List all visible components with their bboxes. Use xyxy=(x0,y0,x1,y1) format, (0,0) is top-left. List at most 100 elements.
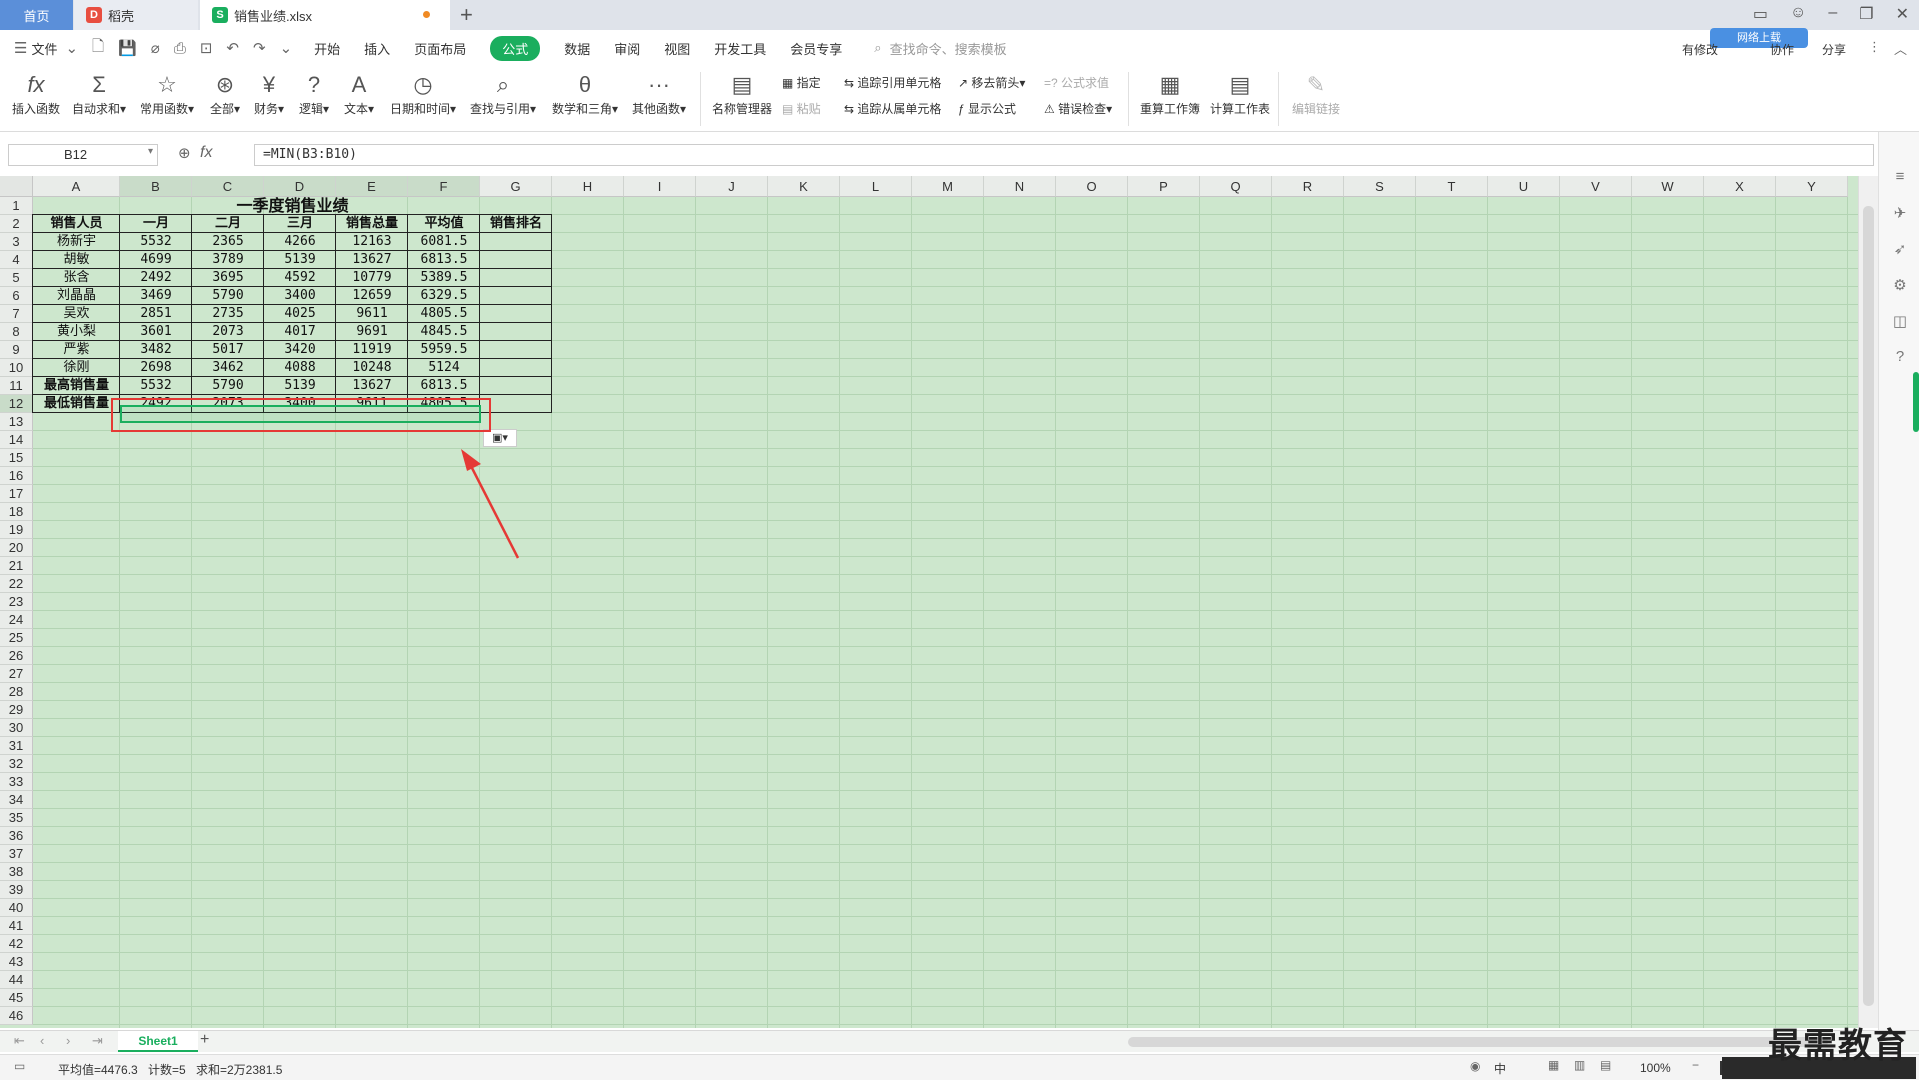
customize-icon[interactable]: ⌄ xyxy=(280,39,293,57)
name-manager-button[interactable]: ▤ 名称管理器 xyxy=(712,70,772,117)
row-header-32[interactable]: 32 xyxy=(0,755,33,773)
lookup-button[interactable]: ⌕ 查找与引用▾ xyxy=(470,70,536,117)
row-header-5[interactable]: 5 xyxy=(0,269,33,287)
command-search[interactable]: 查找命令、搜索模板 xyxy=(890,39,1007,58)
row-header-46[interactable]: 46 xyxy=(0,1007,33,1025)
print-preview-icon[interactable]: ⊡ xyxy=(200,39,213,57)
menu-developer[interactable]: 开发工具 xyxy=(714,39,766,58)
horizontal-scrollbar[interactable] xyxy=(1128,1037,1828,1047)
cell-b9[interactable]: 3482 xyxy=(120,341,192,359)
collab-label[interactable]: 协作 xyxy=(1770,41,1794,58)
column-header-p[interactable]: P xyxy=(1128,176,1200,197)
sliders-icon[interactable]: ⚙ xyxy=(1891,276,1909,294)
math-button[interactable]: θ 数学和三角▾ xyxy=(552,70,618,117)
cell-b4[interactable]: 4699 xyxy=(120,251,192,269)
cell-d2[interactable]: 三月 xyxy=(264,215,336,233)
cell-g8[interactable] xyxy=(480,323,552,341)
panel-handle[interactable] xyxy=(1913,372,1919,432)
cell-d5[interactable]: 4592 xyxy=(264,269,336,287)
column-header-o[interactable]: O xyxy=(1056,176,1128,197)
cell-f3[interactable]: 6081.5 xyxy=(408,233,480,251)
cell-c7[interactable]: 2735 xyxy=(192,305,264,323)
cell-g9[interactable] xyxy=(480,341,552,359)
column-header-x[interactable]: X xyxy=(1704,176,1776,197)
column-header-n[interactable]: N xyxy=(984,176,1056,197)
insert-function-button[interactable]: fx 插入函数 xyxy=(12,70,60,117)
tab-home[interactable]: 首页 xyxy=(0,0,73,30)
row-header-1[interactable]: 1 xyxy=(0,197,33,215)
text-functions-button[interactable]: A 文本▾ xyxy=(344,70,374,117)
cell-b2[interactable]: 一月 xyxy=(120,215,192,233)
cell-g7[interactable] xyxy=(480,305,552,323)
row-header-36[interactable]: 36 xyxy=(0,827,33,845)
select-all-corner[interactable] xyxy=(0,176,33,197)
cell-a12[interactable]: 最低销售量 xyxy=(33,395,120,413)
more-icon[interactable]: ⋮ xyxy=(1868,39,1881,55)
row-header-27[interactable]: 27 xyxy=(0,665,33,683)
cell-a6[interactable]: 刘晶晶 xyxy=(33,287,120,305)
column-header-q[interactable]: Q xyxy=(1200,176,1272,197)
row-header-24[interactable]: 24 xyxy=(0,611,33,629)
row-header-25[interactable]: 25 xyxy=(0,629,33,647)
tab-workbook[interactable]: S 销售业绩.xlsx xyxy=(200,0,450,30)
scroll-thumb[interactable] xyxy=(1863,206,1874,1006)
cell-f6[interactable]: 6329.5 xyxy=(408,287,480,305)
cell-g10[interactable] xyxy=(480,359,552,377)
prev-sheet-icon[interactable]: ‹ xyxy=(40,1033,44,1048)
cell-d4[interactable]: 5139 xyxy=(264,251,336,269)
column-header-a[interactable]: A xyxy=(33,176,120,197)
column-header-w[interactable]: W xyxy=(1632,176,1704,197)
cell-f10[interactable]: 5124 xyxy=(408,359,480,377)
formula-input[interactable]: =MIN(B3:B10) xyxy=(254,144,1874,166)
zoom-icon[interactable]: ⊕ xyxy=(178,144,191,162)
format-painter-icon[interactable]: ⌀ xyxy=(151,39,160,57)
cell-e9[interactable]: 11919 xyxy=(336,341,408,359)
calc-sheet-button[interactable]: ▤ 计算工作表 xyxy=(1210,70,1270,117)
redo-icon[interactable]: ↷ xyxy=(253,39,266,57)
zoom-out-icon[interactable]: − xyxy=(1692,1058,1699,1072)
cell-a2[interactable]: 销售人员 xyxy=(33,215,120,233)
row-header-37[interactable]: 37 xyxy=(0,845,33,863)
row-header-21[interactable]: 21 xyxy=(0,557,33,575)
new-tab-button[interactable]: + xyxy=(460,2,473,28)
column-header-k[interactable]: K xyxy=(768,176,840,197)
row-header-9[interactable]: 9 xyxy=(0,341,33,359)
row-header-17[interactable]: 17 xyxy=(0,485,33,503)
cell-d10[interactable]: 4088 xyxy=(264,359,336,377)
row-header-43[interactable]: 43 xyxy=(0,953,33,971)
cell-a3[interactable]: 杨新宇 xyxy=(33,233,120,251)
last-sheet-icon[interactable]: ⇥ xyxy=(92,1033,103,1049)
cell-e3[interactable]: 12163 xyxy=(336,233,408,251)
cell-f5[interactable]: 5389.5 xyxy=(408,269,480,287)
recalc-workbook-button[interactable]: ▦ 重算工作簿 xyxy=(1140,70,1200,117)
restore-button[interactable]: ❐ xyxy=(1859,4,1873,24)
row-header-41[interactable]: 41 xyxy=(0,917,33,935)
cell-g11[interactable] xyxy=(480,377,552,395)
row-header-40[interactable]: 40 xyxy=(0,899,33,917)
cell-c10[interactable]: 3462 xyxy=(192,359,264,377)
logic-button[interactable]: ? 逻辑▾ xyxy=(299,70,329,117)
row-header-34[interactable]: 34 xyxy=(0,791,33,809)
cell-e5[interactable]: 10779 xyxy=(336,269,408,287)
cell-f9[interactable]: 5959.5 xyxy=(408,341,480,359)
cell-c5[interactable]: 3695 xyxy=(192,269,264,287)
autosum-button[interactable]: Σ 自动求和▾ xyxy=(72,70,126,117)
settings-icon[interactable]: ≡ xyxy=(1891,168,1909,186)
column-header-s[interactable]: S xyxy=(1344,176,1416,197)
cell-b8[interactable]: 3601 xyxy=(120,323,192,341)
column-header-e[interactable]: E xyxy=(336,176,408,197)
cell-a10[interactable]: 徐刚 xyxy=(33,359,120,377)
row-header-18[interactable]: 18 xyxy=(0,503,33,521)
vertical-scrollbar[interactable] xyxy=(1858,176,1878,1028)
row-header-3[interactable]: 3 xyxy=(0,233,33,251)
cell-g5[interactable] xyxy=(480,269,552,287)
column-header-v[interactable]: V xyxy=(1560,176,1632,197)
spreadsheet-grid[interactable]: ABCDEFGHIJKLMNOPQRSTUVWXY 1 2 3 4 5 6 7 8 9 10 11 1… xyxy=(0,176,1858,1028)
edit-links-button[interactable]: ✎ 编辑链接 xyxy=(1292,70,1340,117)
cell-d8[interactable]: 4017 xyxy=(264,323,336,341)
cell-g3[interactable] xyxy=(480,233,552,251)
row-header-13[interactable]: 13 xyxy=(0,413,33,431)
column-header-m[interactable]: M xyxy=(912,176,984,197)
tab-docer[interactable]: D 稻壳 xyxy=(74,0,198,30)
cell-f11[interactable]: 6813.5 xyxy=(408,377,480,395)
